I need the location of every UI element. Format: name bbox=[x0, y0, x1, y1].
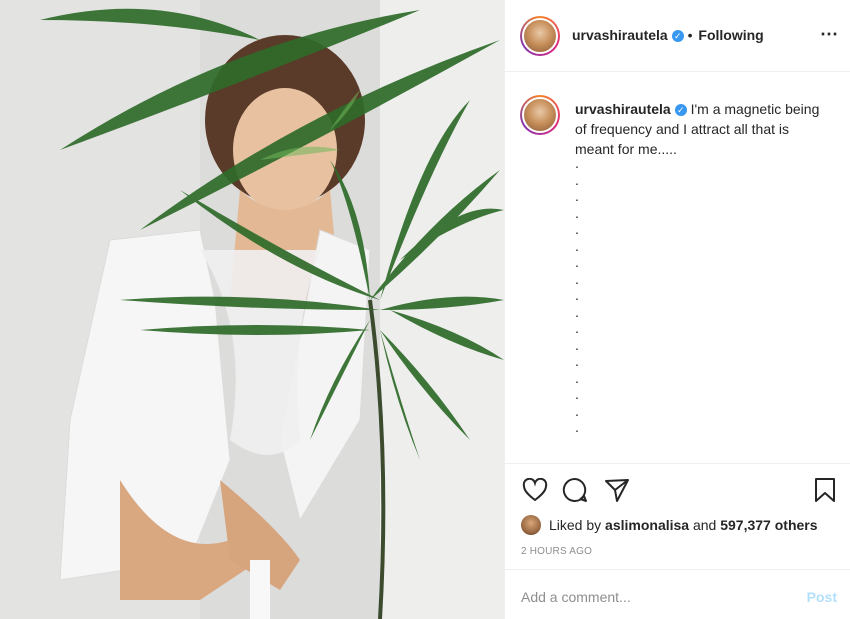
and-text: and bbox=[692, 517, 717, 533]
heart-icon[interactable] bbox=[521, 476, 549, 504]
following-button[interactable]: Following bbox=[698, 27, 763, 43]
action-bar: Liked by aslimonalisa and 597,377 others… bbox=[505, 463, 850, 569]
author-line: urvashirautela ✓ • Following bbox=[572, 27, 764, 43]
comment-icon[interactable] bbox=[561, 476, 589, 504]
comment-bar: Add a comment... Post bbox=[505, 569, 850, 619]
liked-by-user[interactable]: aslimonalisa bbox=[605, 517, 689, 533]
post-timestamp[interactable]: 2 HOURS AGO bbox=[521, 546, 592, 557]
caption-username[interactable]: urvashirautela bbox=[575, 101, 671, 117]
comment-input[interactable]: Add a comment... bbox=[521, 589, 631, 605]
post-header: urvashirautela ✓ • Following ⋯ bbox=[505, 0, 850, 72]
post-photo[interactable] bbox=[0, 0, 504, 619]
caption-avatar[interactable] bbox=[520, 95, 560, 135]
caption-area: urvashirautela ✓ I'm a magnetic being of … bbox=[505, 73, 850, 463]
caption: urvashirautela ✓ I'm a magnetic being of … bbox=[575, 99, 825, 159]
post-image-graphic bbox=[0, 0, 504, 619]
separator-dot: • bbox=[687, 27, 693, 43]
post-comment-button[interactable]: Post bbox=[807, 589, 837, 605]
likes-summary[interactable]: Liked by aslimonalisa and 597,377 others bbox=[521, 515, 818, 535]
likes-count[interactable]: 597,377 others bbox=[720, 517, 817, 533]
caption-dots: ................. bbox=[575, 155, 579, 435]
author-avatar[interactable] bbox=[520, 16, 560, 56]
share-icon[interactable] bbox=[603, 476, 631, 504]
liked-by-prefix: Liked by bbox=[549, 517, 602, 533]
bookmark-icon[interactable] bbox=[811, 476, 839, 504]
liker-avatar[interactable] bbox=[521, 515, 541, 535]
verified-badge-icon: ✓ bbox=[671, 30, 684, 43]
author-username[interactable]: urvashirautela bbox=[572, 27, 668, 43]
more-options-icon[interactable]: ⋯ bbox=[820, 24, 839, 45]
verified-badge-icon: ✓ bbox=[674, 104, 687, 117]
post-side-panel: urvashirautela ✓ • Following ⋯ urvashirau… bbox=[504, 0, 850, 619]
